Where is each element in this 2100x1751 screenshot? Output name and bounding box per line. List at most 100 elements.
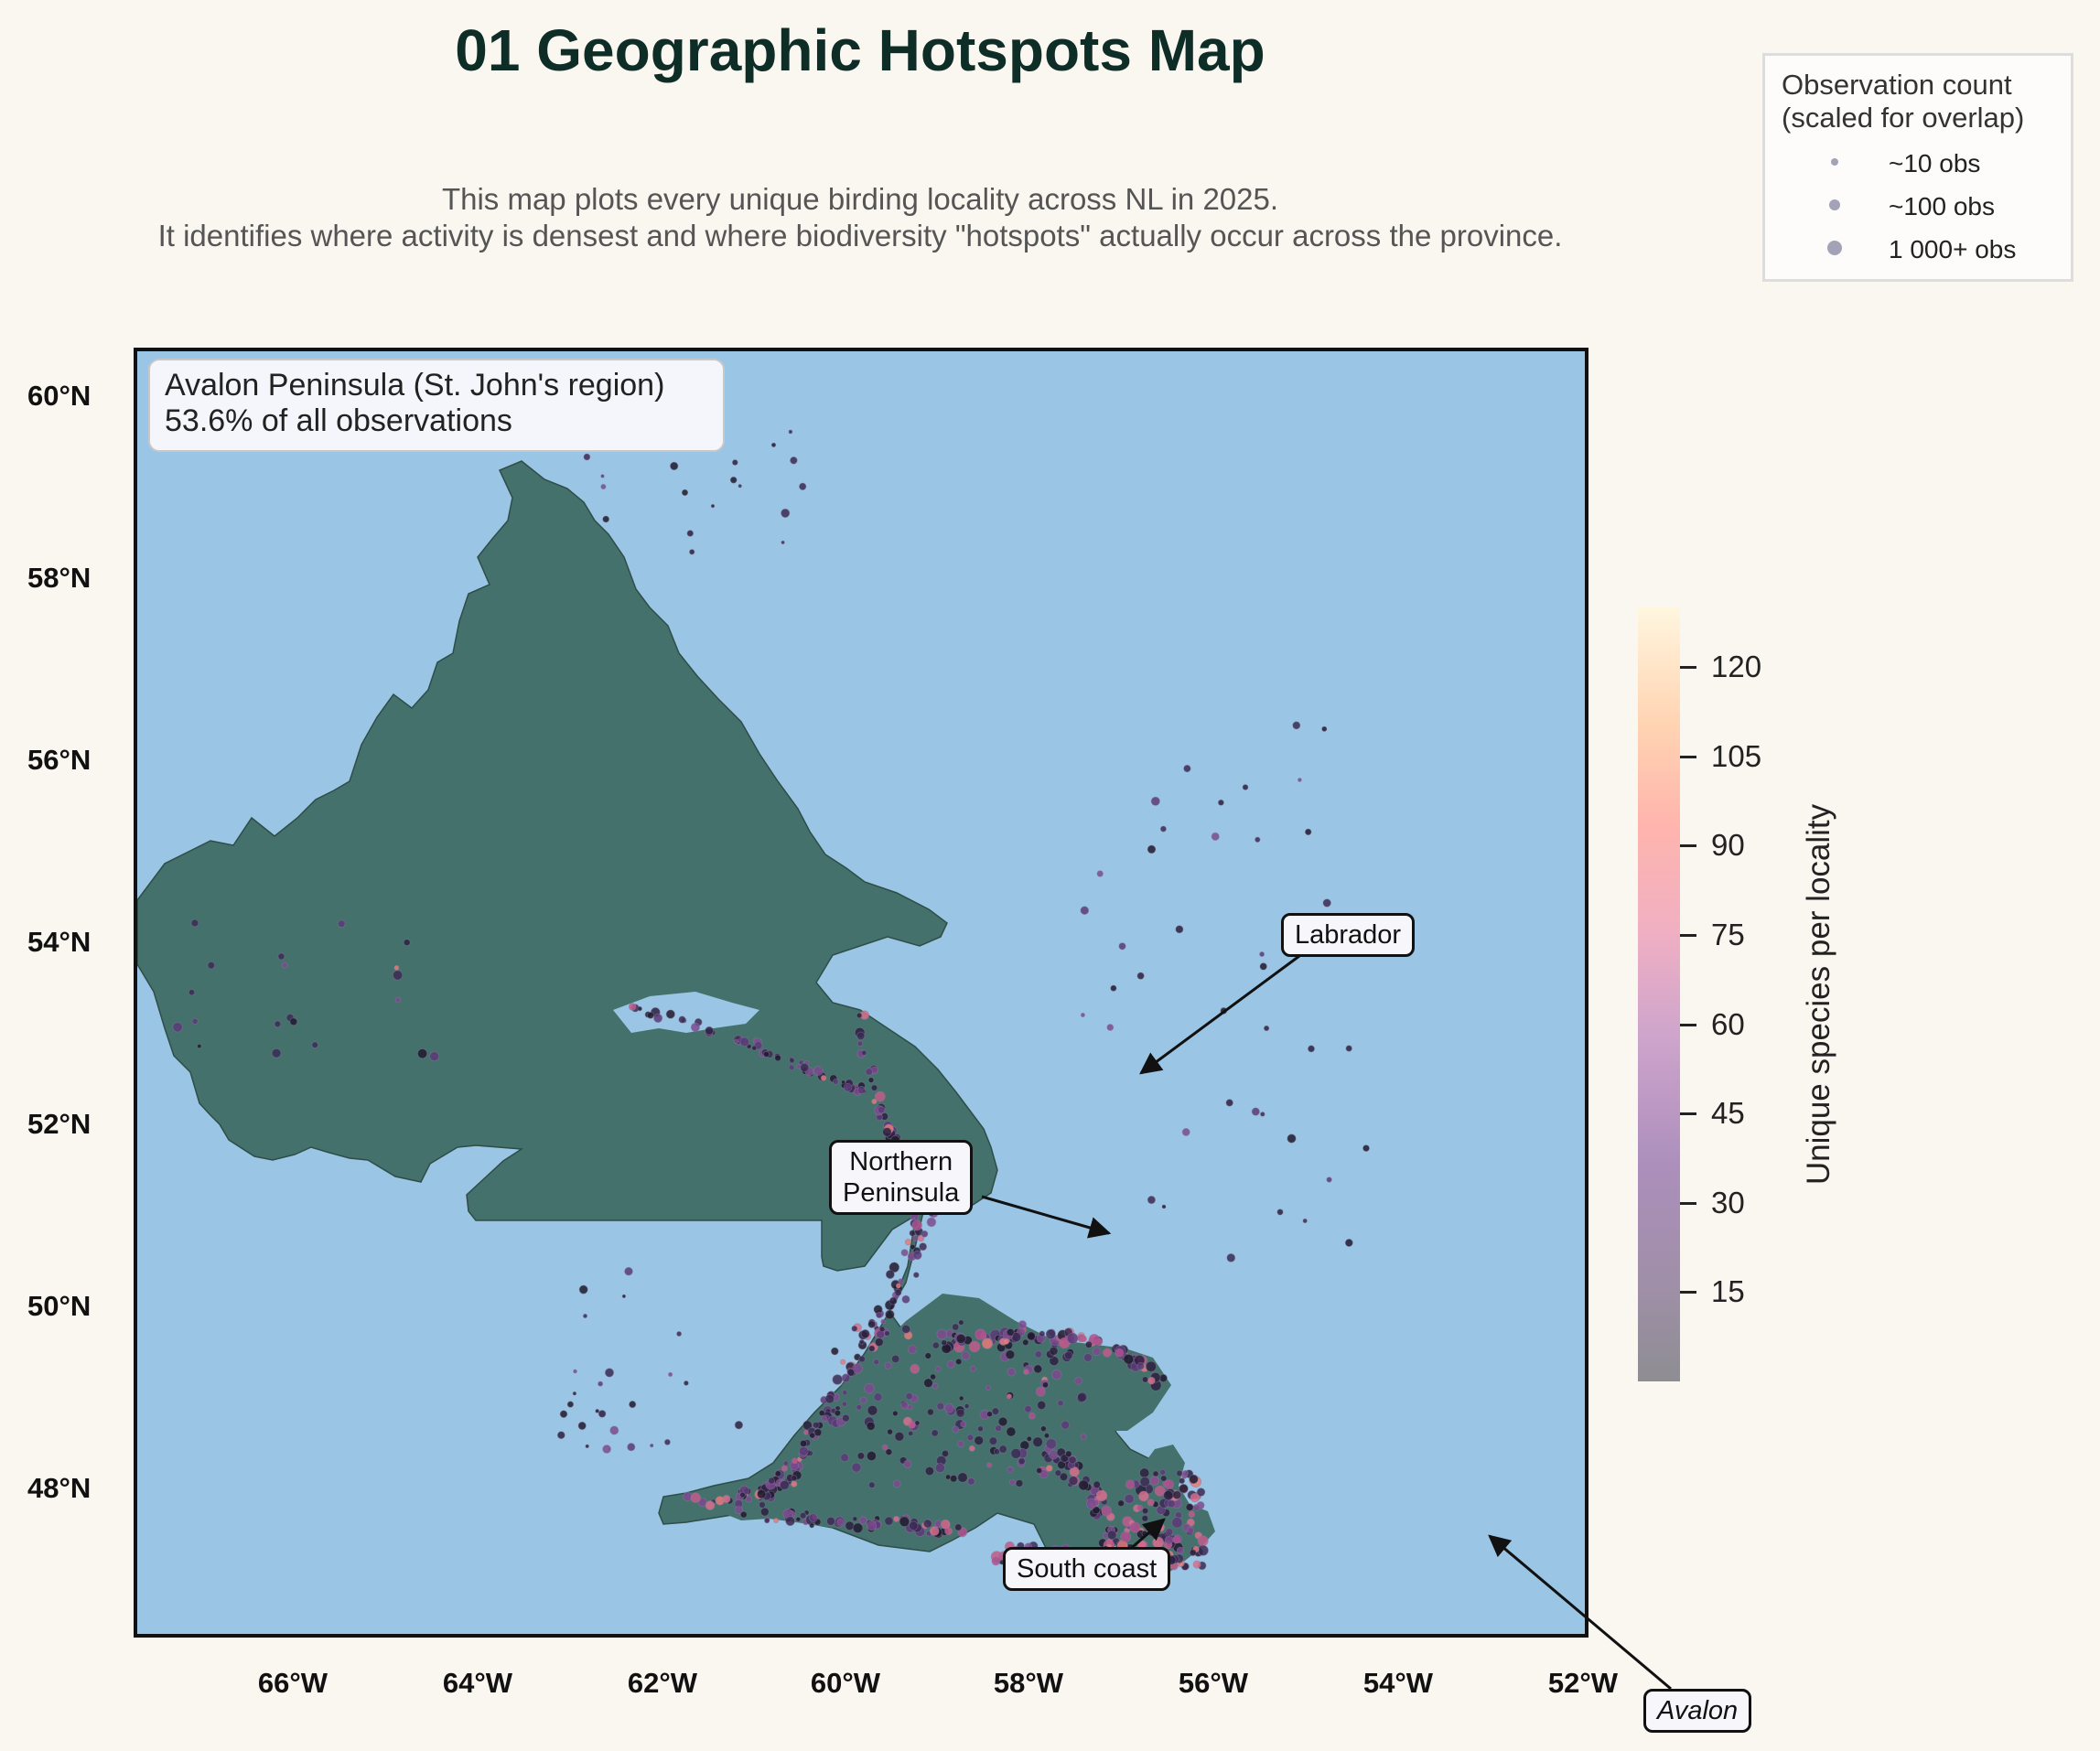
obs-point-newfoundland	[1080, 1434, 1087, 1440]
obs-point-avalon	[1186, 1526, 1195, 1534]
obs-point-newfoundland	[818, 1410, 825, 1417]
obs-point-south-coast	[739, 1510, 748, 1519]
obs-point-interior	[337, 919, 346, 929]
colorbar-tick-label: 15	[1711, 1274, 1745, 1309]
obs-point-avalon	[1101, 1505, 1112, 1517]
obs-point-offshore	[582, 1313, 588, 1319]
obs-point-offshore	[1287, 1133, 1297, 1144]
obs-point-offshore	[1298, 778, 1302, 782]
obs-point-offshore	[1161, 1204, 1167, 1209]
obs-point-offshore	[624, 1266, 633, 1276]
obs-point-newfoundland	[840, 1359, 846, 1365]
obs-point-newfoundland	[955, 1408, 965, 1418]
obs-point-south-coast	[893, 1515, 900, 1522]
obs-point-avalon	[1159, 1468, 1167, 1476]
colorbar-label: Unique species per locality	[1801, 803, 1836, 1186]
obs-point-newfoundland	[1007, 1466, 1014, 1474]
obs-point-northeast	[1022, 1338, 1029, 1346]
obs-point-northeast	[1102, 1348, 1113, 1358]
obs-point-interior	[271, 1047, 282, 1058]
inset-line-1: Avalon Peninsula (St. John's region)	[165, 368, 665, 403]
y-tick-label: 48°N	[27, 1472, 92, 1504]
x-tick-label: 66°W	[257, 1667, 328, 1699]
obs-point-labrador	[739, 1037, 750, 1047]
obs-point-avalon	[1093, 1480, 1101, 1488]
obs-point-newfoundland	[1051, 1369, 1062, 1380]
obs-point-newfoundland	[1034, 1350, 1042, 1359]
obs-point-newfoundland	[957, 1440, 965, 1448]
obs-point-offshore	[1159, 825, 1167, 833]
obs-point-northeast	[1123, 1353, 1135, 1365]
obs-point-offshore	[629, 1401, 637, 1409]
obs-point-newfoundland	[926, 1217, 937, 1228]
obs-point-avalon	[1147, 1499, 1155, 1507]
obs-point-newfoundland	[851, 1325, 858, 1332]
obs-point-south-coast	[929, 1526, 940, 1536]
map-panel[interactable]	[134, 348, 1588, 1638]
obs-point-newfoundland	[864, 1383, 875, 1394]
obs-point-newfoundland	[934, 1366, 942, 1372]
obs-point-newfoundland	[930, 1373, 937, 1380]
obs-point-newfoundland	[774, 1470, 781, 1477]
obs-point-newfoundland	[799, 1439, 808, 1448]
obs-point-avalon	[1188, 1510, 1196, 1518]
obs-point-newfoundland	[873, 1392, 883, 1402]
obs-point-newfoundland	[1018, 1457, 1026, 1466]
obs-point-south-coast	[954, 1523, 963, 1531]
obs-point-northeast	[1145, 1360, 1158, 1372]
obs-point-interior	[197, 1043, 202, 1049]
obs-point-south-coast	[722, 1494, 731, 1504]
obs-point-avalon	[1068, 1476, 1079, 1486]
obs-point-newfoundland	[867, 1404, 878, 1416]
obs-point-avalon	[1138, 1490, 1149, 1502]
obs-point-newfoundland	[873, 1359, 880, 1366]
obs-point-newfoundland	[824, 1393, 835, 1404]
obs-point-avalon	[1120, 1531, 1132, 1542]
obs-point-newfoundland	[977, 1425, 984, 1433]
obs-point-south-coast	[852, 1522, 864, 1534]
obs-point-newfoundland	[894, 1288, 902, 1296]
legend-marker-small	[1831, 158, 1838, 166]
obs-point-newfoundland	[900, 1402, 910, 1410]
obs-point-newfoundland	[923, 1378, 933, 1388]
obs-point-offshore	[1259, 962, 1267, 971]
obs-point-newfoundland	[949, 1474, 958, 1483]
obs-point-interior	[274, 1020, 282, 1028]
obs-point-offshore	[781, 508, 791, 518]
obs-point-offshore	[1321, 725, 1328, 732]
obs-point-northeast	[968, 1340, 981, 1353]
legend-label: ~10 obs	[1889, 149, 1981, 177]
obs-point-avalon	[1085, 1498, 1097, 1509]
obs-point-avalon	[1164, 1479, 1174, 1489]
obs-point-newfoundland	[1018, 1320, 1028, 1329]
colorbar-tick	[1680, 1201, 1696, 1205]
obs-point-newfoundland	[912, 1235, 919, 1241]
obs-point-labrador	[820, 1074, 827, 1081]
obs-point-newfoundland	[988, 1436, 998, 1445]
obs-point-offshore	[583, 453, 591, 461]
obs-point-northeast	[1136, 1361, 1145, 1370]
obs-point-newfoundland	[892, 1479, 901, 1488]
avalon-stat-box: Avalon Peninsula (St. John's region) 53.…	[148, 359, 725, 452]
legend-item-1000: 1 000+ obs	[1765, 231, 2067, 268]
obs-point-newfoundland	[964, 1403, 970, 1410]
callout-avalon: Avalon	[1643, 1689, 1752, 1733]
obs-point-south-coast	[809, 1522, 815, 1529]
obs-point-newfoundland	[934, 1463, 945, 1474]
legend-item-10: ~10 obs	[1765, 145, 2067, 182]
legend-label: ~100 obs	[1889, 192, 1995, 220]
obs-point-newfoundland	[1037, 1401, 1047, 1411]
obs-point-avalon	[1106, 1530, 1117, 1541]
colorbar-tick-label: 90	[1711, 828, 1745, 863]
obs-point-offshore	[1302, 1218, 1308, 1224]
obs-point-newfoundland	[759, 1501, 766, 1509]
obs-point-labrador	[813, 1066, 824, 1076]
subtitle-line-2: It identifies where activity is densest …	[157, 219, 1563, 252]
obs-point-offshore	[602, 1445, 611, 1454]
obs-point-newfoundland	[998, 1445, 1007, 1454]
obs-point-south-coast	[922, 1519, 932, 1529]
obs-point-newfoundland	[912, 1272, 920, 1278]
obs-point-interior	[191, 1017, 199, 1025]
obs-point-newfoundland	[895, 1283, 901, 1289]
obs-point-south-coast	[795, 1516, 802, 1522]
